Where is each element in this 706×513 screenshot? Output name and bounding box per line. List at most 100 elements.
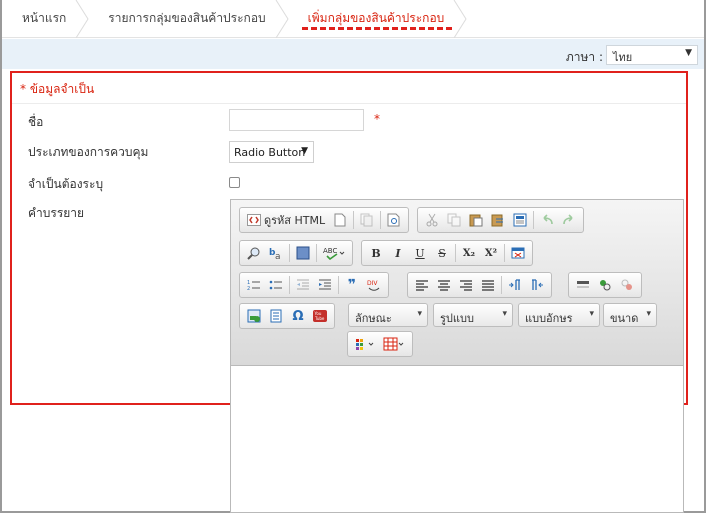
required-label: จำเป็นต้องระบุ: [28, 177, 104, 191]
svg-text:2: 2: [247, 286, 250, 291]
toolbar-group-paragraph: 12 ❞ DIV: [239, 272, 389, 298]
description-label: คำบรรยาย: [28, 206, 85, 220]
toolbar-separator: [504, 244, 505, 262]
source-button-label: ดูรหัส HTML: [264, 214, 326, 227]
paste-icon: [469, 214, 483, 227]
indent-icon: [319, 279, 331, 290]
dropdown-arrow-icon: ▾: [502, 309, 507, 319]
unlink-button[interactable]: [616, 275, 638, 295]
font-combo-label: แบบอักษร: [525, 312, 573, 325]
preview-icon: [387, 213, 400, 227]
text-direction-ltr-icon: [509, 279, 520, 290]
find-button[interactable]: [243, 243, 265, 263]
select-all-button[interactable]: [292, 243, 314, 263]
image-icon: [247, 309, 261, 323]
rich-text-editor: ดูรหัส HTML ba ABC B I U S X₂ X² 1 2 ❞ D…: [230, 199, 684, 513]
link-icon: [600, 280, 611, 291]
toolbar-group-document: ดูรหัส HTML: [239, 207, 410, 233]
undo-button[interactable]: [536, 210, 558, 230]
text-color-button[interactable]: [351, 334, 379, 354]
control-type-value: Radio Button: [234, 146, 306, 159]
remove-format-icon: [511, 247, 525, 259]
name-input[interactable]: [229, 109, 364, 131]
format-combo[interactable]: รูปแบบ ▾: [433, 303, 513, 327]
toolbar-separator: [501, 276, 502, 294]
table-properties-button[interactable]: [265, 306, 287, 326]
breadcrumb-home-label: หน้าแรก: [22, 11, 67, 25]
size-combo-label: ขนาด: [610, 312, 639, 325]
templates-button[interactable]: [356, 210, 378, 230]
svg-text:DIV: DIV: [367, 280, 378, 287]
templates-icon: [360, 213, 373, 227]
numbered-list-button[interactable]: 12: [243, 275, 265, 295]
strikethrough-button[interactable]: S: [431, 243, 453, 263]
toolbar-separator: [380, 211, 382, 229]
style-combo[interactable]: ลักษณะ ▾: [348, 303, 428, 327]
remove-format-button[interactable]: [507, 243, 529, 263]
bulleted-list-icon: [269, 280, 282, 290]
cut-button[interactable]: [421, 210, 443, 230]
anchor-button[interactable]: [572, 275, 594, 295]
control-type-select[interactable]: Radio Button ▼: [229, 141, 314, 163]
source-button[interactable]: ดูรหัส HTML: [243, 210, 329, 230]
blockquote-button[interactable]: ❞: [341, 275, 363, 295]
copy-button[interactable]: [443, 210, 465, 230]
new-page-icon: [334, 213, 346, 227]
breadcrumb: หน้าแรก รายการกลุ่มของสินค้าประกอบ เพิ่ม…: [2, 0, 704, 38]
toolbar-group-editing: ba ABC: [239, 240, 353, 266]
link-button[interactable]: [594, 275, 616, 295]
language-select[interactable]: ไทย ▼: [606, 45, 698, 65]
toolbar-separator: [533, 211, 534, 229]
image-button[interactable]: [243, 306, 265, 326]
indent-button[interactable]: [314, 275, 336, 295]
paste-button[interactable]: [465, 210, 487, 230]
superscript-button[interactable]: X²: [480, 243, 502, 263]
select-all-icon: [296, 246, 310, 260]
bulleted-list-button[interactable]: [265, 275, 287, 295]
new-page-button[interactable]: [329, 210, 351, 230]
justify-button[interactable]: [477, 275, 499, 295]
scissors-icon: [426, 213, 438, 227]
create-div-icon: DIV: [367, 280, 380, 291]
breadcrumb-home[interactable]: หน้าแรก: [2, 0, 89, 38]
font-combo[interactable]: แบบอักษร ▾: [518, 303, 600, 327]
svg-text:a: a: [275, 252, 281, 260]
toolbar-group-clipboard: [417, 207, 584, 233]
dropdown-arrow-icon: ▼: [685, 48, 692, 58]
required-checkbox[interactable]: [229, 177, 240, 188]
paste-text-button[interactable]: [487, 210, 509, 230]
toolbar-group-align: [407, 272, 552, 298]
breadcrumb-group-list[interactable]: รายการกลุ่มของสินค้าประกอบ: [88, 0, 289, 38]
align-center-button[interactable]: [433, 275, 455, 295]
toolbar-separator: [455, 244, 456, 262]
table-button[interactable]: [379, 334, 409, 354]
replace-button[interactable]: ba: [265, 243, 287, 263]
underline-button[interactable]: U: [409, 243, 431, 263]
redo-button[interactable]: [558, 210, 580, 230]
align-left-button[interactable]: [411, 275, 433, 295]
bold-button[interactable]: B: [365, 243, 387, 263]
find-icon: [247, 247, 260, 260]
toolbar-separator: [353, 211, 355, 229]
special-char-button[interactable]: Ω: [287, 306, 309, 326]
create-div-button[interactable]: DIV: [363, 275, 385, 295]
youtube-button[interactable]: You Tube: [309, 306, 331, 326]
style-combo-label: ลักษณะ: [355, 312, 392, 325]
table-icon: [383, 337, 404, 351]
size-combo[interactable]: ขนาด ▾: [603, 303, 657, 327]
page-icon: [270, 309, 282, 323]
toolbar-separator: [289, 276, 290, 294]
control-type-label: ประเภทของการควบคุม: [28, 145, 149, 159]
preview-button[interactable]: [383, 210, 405, 230]
outdent-button[interactable]: [292, 275, 314, 295]
rtl-button[interactable]: [526, 275, 548, 295]
italic-button[interactable]: I: [387, 243, 409, 263]
align-left-icon: [416, 279, 428, 291]
spellcheck-button[interactable]: ABC: [319, 243, 349, 263]
anchor-icon: [577, 281, 589, 288]
ltr-button[interactable]: [504, 275, 526, 295]
subscript-button[interactable]: X₂: [458, 243, 480, 263]
paste-word-button[interactable]: [509, 210, 531, 230]
section-divider: [12, 103, 686, 104]
align-right-button[interactable]: [455, 275, 477, 295]
